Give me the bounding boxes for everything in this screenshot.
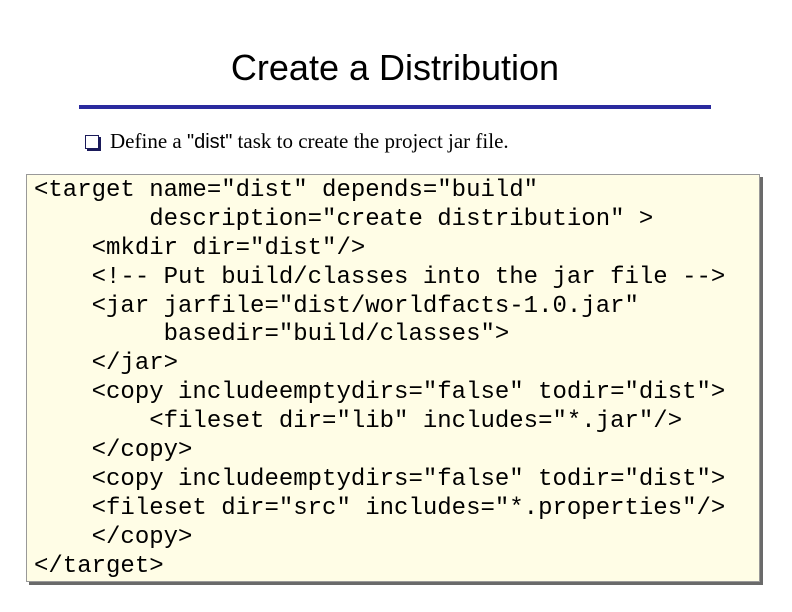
title-underline (79, 105, 711, 109)
code-line: description="create distribution" > (34, 205, 654, 233)
code-line: </jar> (34, 350, 179, 378)
code-line: <mkdir dir="dist"/> (34, 234, 366, 262)
code-line: <jar jarfile="dist/worldfacts-1.0.jar" (34, 292, 639, 320)
code-line: <!-- Put build/classes into the jar file… (34, 263, 726, 291)
slide-title: Create a Distribution (230, 47, 560, 88)
bullet-code-word: "dist" (186, 130, 233, 153)
code-line: <fileset dir="src" includes="*.propertie… (34, 494, 726, 522)
code-line: basedir="build/classes"> (34, 321, 510, 349)
code-line: </copy> (34, 437, 193, 465)
code-line: </target> (34, 552, 164, 580)
hollow-square-bullet-icon (85, 135, 99, 149)
bullet-text: Define a "dist" task to create the proje… (110, 129, 509, 154)
bullet-item: Define a "dist" task to create the proje… (85, 128, 509, 154)
code-line: <copy includeemptydirs="false" todir="di… (34, 379, 726, 407)
bullet-text-prefix: Define a (110, 128, 187, 153)
code-line: <fileset dir="lib" includes="*.jar"/> (34, 408, 683, 436)
code-line: </copy> (34, 523, 193, 551)
code-block: <target name="dist" depends="build" desc… (34, 177, 725, 581)
bullet-text-suffix: task to create the project jar file. (232, 128, 509, 153)
code-line: <target name="dist" depends="build" (34, 177, 539, 204)
code-line: <copy includeemptydirs="false" todir="di… (34, 465, 726, 493)
